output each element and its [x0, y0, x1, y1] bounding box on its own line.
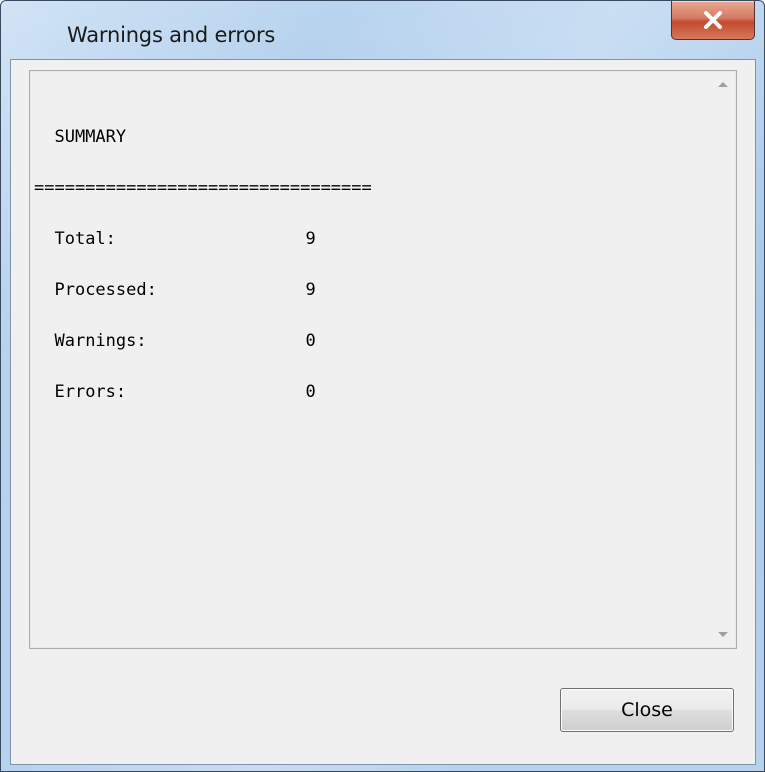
summary-heading-text: SUMMARY	[54, 127, 127, 147]
scroll-up-button[interactable]	[711, 72, 735, 96]
summary-text: SUMMARY ================================…	[34, 95, 372, 435]
title-close-button[interactable]	[671, 1, 755, 40]
window-title: Warnings and errors	[67, 23, 276, 47]
summary-heading: SUMMARY	[34, 129, 372, 146]
scroll-down-arrow-icon	[718, 632, 728, 637]
log-text-area[interactable]: SUMMARY ================================…	[29, 70, 737, 649]
scroll-down-button[interactable]	[711, 623, 735, 647]
summary-row-value: 9	[305, 280, 316, 300]
close-icon	[704, 11, 722, 29]
scroll-up-arrow-icon	[718, 82, 728, 87]
vertical-scrollbar[interactable]	[711, 72, 735, 647]
summary-row: Errors: 0	[34, 384, 372, 401]
summary-separator: =================================	[34, 178, 372, 198]
summary-row: Total: 9	[34, 231, 372, 248]
dialog-window: Warnings and errors SUMMARY ============…	[0, 0, 765, 772]
summary-row-value: 0	[305, 382, 316, 402]
summary-row-value: 0	[305, 331, 316, 351]
summary-row: Warnings: 0	[34, 333, 372, 350]
summary-row-label: Total:	[54, 229, 116, 249]
summary-row-label: Processed:	[54, 280, 157, 300]
summary-row-label: Errors:	[54, 382, 127, 402]
summary-row-value: 9	[305, 229, 316, 249]
close-button[interactable]: Close	[560, 688, 734, 732]
summary-row: Processed: 9	[34, 282, 372, 299]
summary-row-label: Warnings:	[54, 331, 147, 351]
dialog-client-area: SUMMARY ================================…	[10, 59, 756, 765]
